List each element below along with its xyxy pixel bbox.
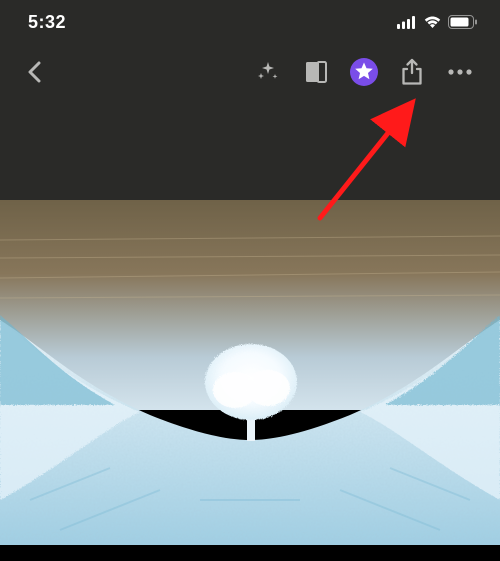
toolbar — [0, 44, 500, 100]
filters-button[interactable] — [292, 50, 340, 94]
star-icon — [349, 57, 379, 87]
more-button[interactable] — [436, 50, 484, 94]
favorite-button[interactable] — [340, 50, 388, 94]
ellipsis-icon — [447, 68, 473, 76]
battery-icon — [448, 15, 478, 29]
empty-header-space — [0, 100, 500, 200]
chevron-left-icon — [27, 61, 41, 83]
auto-enhance-button[interactable] — [244, 50, 292, 94]
wand-sparkle-icon — [255, 59, 281, 85]
status-time: 5:32 — [28, 12, 66, 33]
photo-image — [0, 200, 500, 545]
photo-viewer[interactable] — [0, 200, 500, 545]
status-indicators — [397, 15, 478, 29]
share-icon — [399, 58, 425, 86]
share-button[interactable] — [388, 50, 436, 94]
wifi-icon — [423, 15, 442, 29]
back-button[interactable] — [16, 54, 52, 90]
status-bar: 5:32 — [0, 0, 500, 44]
bottom-bar-space — [0, 545, 500, 561]
cellular-icon — [397, 16, 417, 29]
filters-icon — [303, 59, 329, 85]
